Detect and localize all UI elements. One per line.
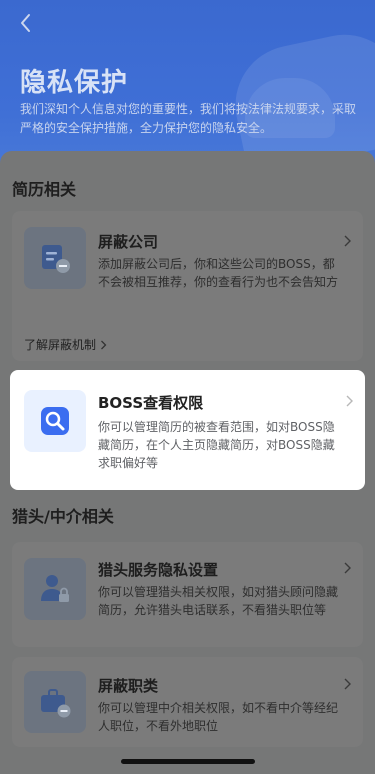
card-description: 添加屏蔽公司后，你和这些公司的BOSS，都不会被相互推荐，你的查看行为也不会告知… xyxy=(98,257,339,289)
person-lock-icon xyxy=(24,558,86,620)
magnifier-icon xyxy=(24,390,86,452)
card-headhunter-privacy[interactable]: 猎头服务隐私设置 你可以管理猎头相关权限，如对猎头顾问隐藏简历，允许猎头电话联系… xyxy=(12,542,363,647)
page-title: 隐私保护 xyxy=(20,68,129,98)
card-title: BOSS查看权限 xyxy=(98,394,204,412)
chevron-right-icon xyxy=(341,233,353,249)
shield-document-icon xyxy=(24,227,86,289)
card-block-company[interactable]: 屏蔽公司 添加屏蔽公司后，你和这些公司的BOSS，都不会被相互推荐，你的查看行为… xyxy=(12,211,363,361)
card-block-job-category[interactable]: 屏蔽职类 你可以管理中介相关权限，如不看中介等经纪人职位，不看外地职位 xyxy=(12,657,363,747)
card-description: 你可以管理中介相关权限，如不看中介等经纪人职位，不看外地职位 xyxy=(98,701,339,733)
card-description: 你可以管理简历的被查看范围，如对BOSS隐藏简历，在个人主页隐藏简历，对BOSS… xyxy=(98,420,335,470)
card-boss-view-permission[interactable]: BOSS查看权限 你可以管理简历的被查看范围，如对BOSS隐藏简历，在个人主页隐… xyxy=(10,370,365,490)
page-description: 我们深知个人信息对您的重要性，我们将按法律法规要求，采取严格的安全保护措施，全力… xyxy=(20,102,357,135)
card-title: 屏蔽公司 xyxy=(98,233,159,251)
chevron-right-icon xyxy=(341,676,353,692)
chevron-right-icon xyxy=(101,340,107,349)
briefcase-block-icon xyxy=(24,671,86,733)
card-description: 你可以管理猎头相关权限，如对猎头顾问隐藏简历，允许猎头电话联系，不看猎头职位等 xyxy=(98,585,339,617)
chevron-right-icon xyxy=(343,393,355,409)
chevron-right-icon xyxy=(341,560,353,576)
back-button[interactable] xyxy=(14,10,36,36)
home-indicator xyxy=(121,759,255,764)
section-title-headhunter: 猎头/中介相关 xyxy=(12,507,114,526)
section-title-resume: 简历相关 xyxy=(12,180,77,199)
chevron-left-icon xyxy=(21,14,30,32)
learn-block-mechanism-link[interactable]: 了解屏蔽机制 xyxy=(24,336,107,353)
content-sheet: 简历相关 屏蔽公司 添加屏蔽公司后，你和这些公司的BOSS，都不会被相互推荐，你… xyxy=(0,151,375,774)
card-title: 屏蔽职类 xyxy=(98,677,159,695)
card-title: 猎头服务隐私设置 xyxy=(98,561,219,579)
link-label: 了解屏蔽机制 xyxy=(24,338,97,352)
